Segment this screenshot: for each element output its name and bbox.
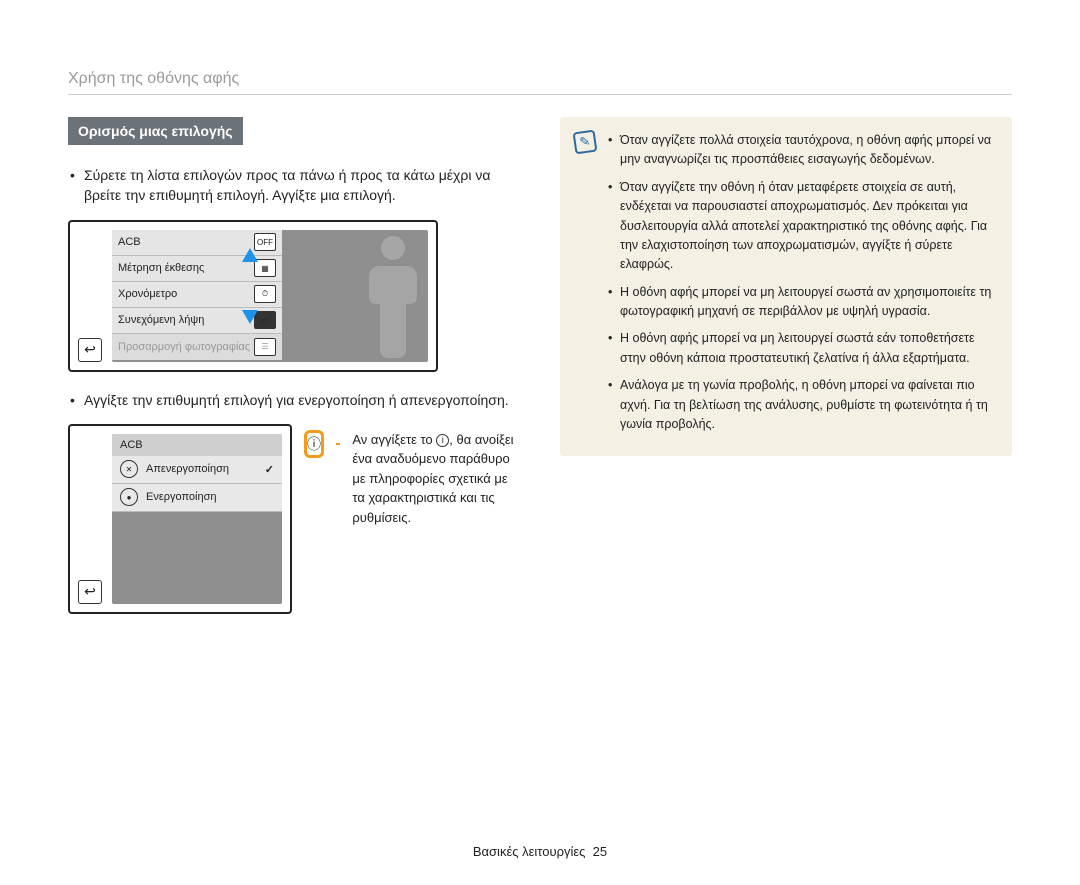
back-icon[interactable]: ↩ (78, 338, 102, 362)
option-off[interactable]: ✕ Απενεργοποίηση ✓ (112, 456, 282, 484)
page-footer: Βασικές λειτουργίες 25 (0, 844, 1080, 859)
acb-off-icon: ✕ (120, 460, 138, 478)
menu-item[interactable]: Προσαρμογή φωτογραφίας☰ (112, 334, 282, 360)
right-column: ✎ Όταν αγγίζετε πολλά στοιχεία ταυτόχρον… (560, 117, 1012, 632)
page-title: Χρήση της οθόνης αφής (68, 70, 1012, 95)
info-inline-icon: i (436, 434, 449, 447)
callout-line (336, 443, 340, 445)
note-item: Ανάλογα με τη γωνία προβολής, η οθόνη μπ… (608, 376, 996, 434)
note-item: Η οθόνη αφής μπορεί να μη λειτουργεί σωσ… (608, 283, 996, 322)
info-callout-text: Αν αγγίξετε το i, θα ανοίξει ένα αναδυόμ… (352, 430, 520, 528)
camera-preview-1: ↩ ACBOFF Μέτρηση έκθεσης▦ Χρονόμετρο⏱ Συ… (68, 220, 438, 372)
camera-preview-2: ↩ ACB ✕ Απενεργοποίηση ✓ ● Ενεργοποίηση (68, 424, 292, 614)
person-silhouette-icon (366, 232, 420, 362)
note-item: Όταν αγγίζετε πολλά στοιχεία ταυτόχρονα,… (608, 131, 996, 170)
check-icon: ✓ (265, 463, 274, 476)
submenu-head: ACB (112, 434, 282, 456)
section-heading: Ορισμός μιας επιλογής (68, 117, 243, 145)
notes-box: ✎ Όταν αγγίζετε πολλά στοιχεία ταυτόχρον… (560, 117, 1012, 456)
acb-on-icon: ● (120, 488, 138, 506)
note-icon: ✎ (573, 130, 598, 155)
left-column: Ορισμός μιας επιλογής Σύρετε τη λίστα επ… (68, 117, 520, 632)
notes-list: Όταν αγγίζετε πολλά στοιχεία ταυτόχρονα,… (608, 131, 996, 442)
paragraph-select: Αγγίξτε την επιθυμητή επιλογή για ενεργο… (68, 390, 520, 410)
note-item: Η οθόνη αφής μπορεί να μη λειτουργεί σωσ… (608, 329, 996, 368)
option-on[interactable]: ● Ενεργοποίηση (112, 484, 282, 512)
adjust-icon: ☰ (254, 338, 276, 356)
info-button[interactable]: ⓘ (304, 430, 324, 458)
paragraph-scroll: Σύρετε τη λίστα επιλογών προς τα πάνω ή … (68, 165, 520, 206)
note-item: Όταν αγγίζετε την οθόνη ή όταν μεταφέρετ… (608, 178, 996, 275)
back-icon[interactable]: ↩ (78, 580, 102, 604)
scroll-arrows-icon (242, 248, 258, 324)
